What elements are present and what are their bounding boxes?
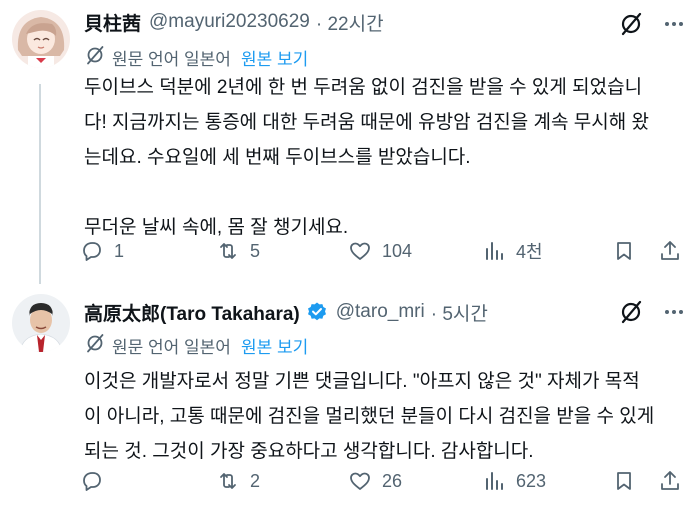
view-count: 4천: [516, 242, 543, 262]
user-handle[interactable]: @taro_mri: [336, 301, 425, 323]
tweet-text-line: 이것은 개발자로서 정말 기쁜 댓글입니다. "아프지 않은 것" 자체가 목적: [84, 371, 640, 392]
reply-icon: [83, 242, 101, 261]
tweet-header: 貝柱茜 @mayuri20230629 · 22시간: [84, 8, 384, 36]
tweet-header: 高原太郎(Taro Takahara) @taro_mri · 5시간: [84, 298, 488, 326]
like-button[interactable]: 26: [348, 464, 402, 498]
translation-label: 원문 언어 일본어: [112, 337, 231, 357]
views-icon: [486, 242, 503, 260]
grok-translate-icon: [84, 332, 106, 359]
bookmark-button[interactable]: [612, 464, 636, 498]
views-button[interactable]: 4천: [482, 234, 543, 268]
heart-icon: [350, 242, 370, 260]
repost-button[interactable]: 5: [216, 234, 260, 268]
share-icon: [661, 471, 679, 490]
user-handle[interactable]: @mayuri20230629: [149, 11, 310, 33]
repost-button[interactable]: 2: [216, 464, 260, 498]
more-options-icon[interactable]: [660, 10, 688, 38]
tweet-text-line: 다! 지금까지는 통증에 대한 두려움 때문에 유방암 검진을 계속 무시해 왔: [84, 112, 649, 133]
thread-connector-line: [39, 84, 41, 284]
repost-count: 2: [250, 470, 261, 491]
like-button[interactable]: 104: [348, 234, 412, 268]
share-icon: [661, 241, 679, 260]
avatar[interactable]: [12, 10, 70, 68]
show-original-link[interactable]: 원본 보기: [241, 45, 308, 70]
tweet-text-line: 이 아니라, 고통 때문에 검진을 멀리했던 분들이 다시 검진을 받을 수 있…: [84, 406, 655, 427]
views-icon: [486, 472, 503, 490]
action-bar: 2 26 623: [78, 464, 690, 498]
share-button[interactable]: [658, 464, 682, 498]
share-button[interactable]: [658, 234, 682, 268]
repost-icon: [220, 243, 236, 259]
timestamp[interactable]: · 5시간: [431, 299, 488, 326]
avatar[interactable]: [12, 294, 70, 352]
like-count: 104: [382, 240, 413, 261]
verified-badge-icon: [306, 301, 328, 323]
reply-count: 1: [114, 240, 125, 261]
tweet[interactable]: 貝柱茜 @mayuri20230629 · 22시간 원문 언어 일본어 원본 …: [0, 0, 700, 284]
bookmark-icon: [617, 472, 631, 490]
view-count: 623: [516, 470, 547, 491]
repost-count: 5: [250, 240, 261, 261]
tweet[interactable]: 高原太郎(Taro Takahara) @taro_mri · 5시간 원문 언…: [0, 282, 700, 512]
grok-icon[interactable]: [617, 10, 645, 38]
timestamp[interactable]: · 22시간: [316, 9, 384, 36]
show-original-link[interactable]: 원본 보기: [241, 333, 308, 358]
action-bar: 1 5 104 4천: [78, 234, 690, 268]
translation-label: 원문 언어 일본어: [112, 49, 231, 69]
display-name[interactable]: 高原太郎(Taro Takahara): [84, 299, 300, 326]
reply-button[interactable]: [80, 464, 114, 498]
tweet-text-line: 두이브스 덕분에 2년에 한 번 두려움 없이 검진을 받을 수 있게 되었습니: [84, 77, 643, 98]
translation-notice: 원문 언어 일본어 원본 보기: [84, 332, 308, 358]
reply-icon: [83, 472, 101, 491]
views-button[interactable]: 623: [482, 464, 546, 498]
tweet-text-line: 는데요. 수요일에 세 번째 두이브스를 받았습니다.: [84, 147, 471, 168]
grok-translate-icon: [84, 44, 106, 71]
more-options-icon[interactable]: [660, 298, 688, 326]
heart-icon: [350, 472, 370, 490]
tweet-text: 이것은 개발자로서 정말 기쁜 댓글입니다. "아프지 않은 것" 자체가 목적…: [84, 364, 684, 469]
like-count: 26: [382, 470, 403, 491]
bookmark-button[interactable]: [612, 234, 636, 268]
tweet-text: 두이브스 덕분에 2년에 한 번 두려움 없이 검진을 받을 수 있게 되었습니…: [84, 70, 684, 245]
translation-notice: 원문 언어 일본어 원본 보기: [84, 44, 308, 70]
bookmark-icon: [617, 242, 631, 260]
reply-button[interactable]: 1: [80, 234, 124, 268]
grok-icon[interactable]: [617, 298, 645, 326]
display-name[interactable]: 貝柱茜: [84, 9, 141, 36]
repost-icon: [220, 473, 236, 489]
